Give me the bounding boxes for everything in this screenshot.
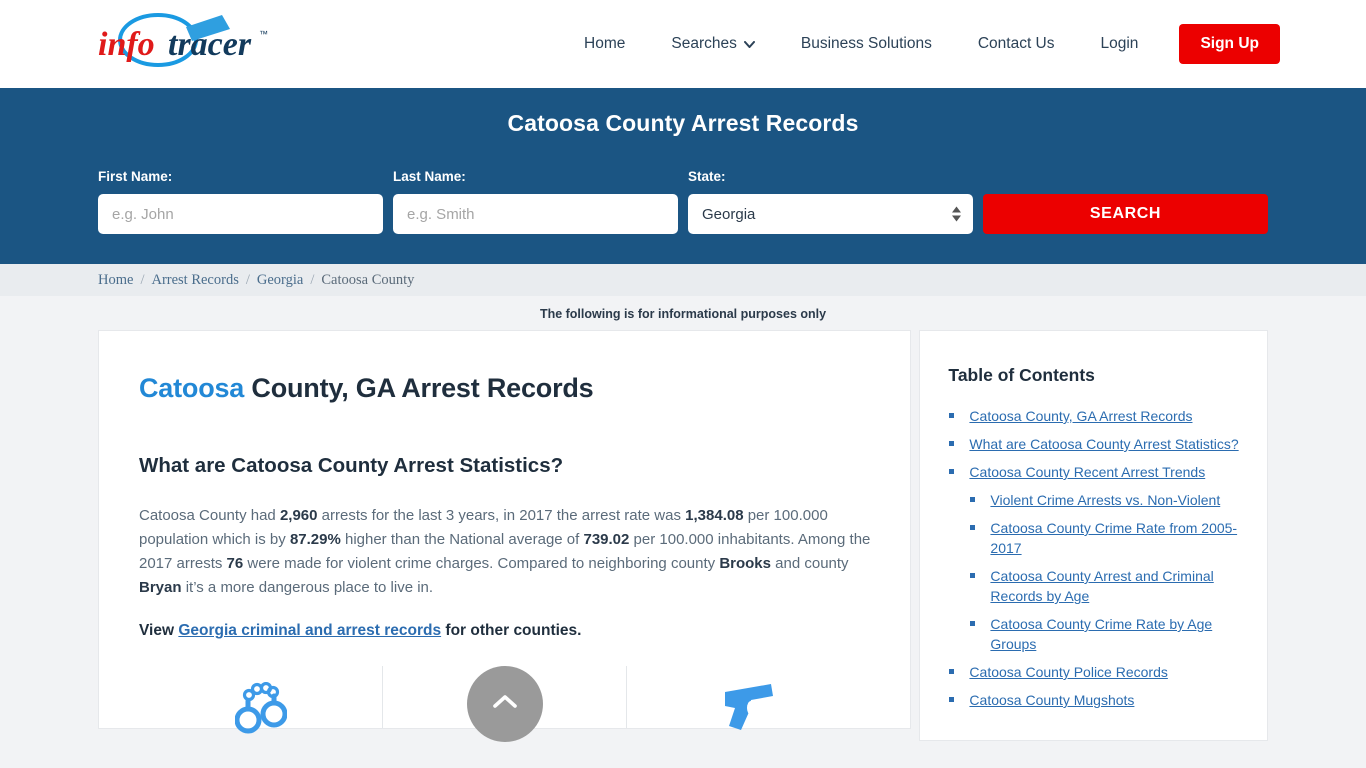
nav-label: Searches [671,35,737,52]
sign-up-button[interactable]: Sign Up [1179,24,1280,64]
view-prefix: View [139,622,179,639]
state-select[interactable]: Georgia [688,194,973,234]
last-name-label: Last Name: [393,169,466,184]
toc-link[interactable]: Catoosa County Recent Arrest Trends [969,464,1205,480]
page-title-rest: County, GA Arrest Records [244,373,594,403]
svg-text:™: ™ [259,29,268,39]
toc-item: Catoosa County Recent Arrest Trends [948,462,1239,482]
icon-cell-handcuffs [139,666,382,734]
toc-item: Catoosa County, GA Arrest Records [948,406,1239,426]
stat-percent-higher: 87.29% [289,531,341,548]
stat-violent-crime-arrests: 76 [226,555,244,572]
toc-item: Violent Crime Arrests vs. Non-Violent [948,490,1239,510]
nav-item-home[interactable]: Home [561,35,648,53]
breadcrumb-separator: / [140,271,145,288]
search-submit-button[interactable]: SEARCH [983,194,1268,234]
paragraph-text: Catoosa County had [139,507,280,524]
first-name-label: First Name: [98,169,173,184]
arrest-statistics-paragraph: Catoosa County had 2,960 arrests for the… [139,504,870,600]
chevron-up-icon [492,694,517,714]
page-title-highlight: Catoosa [139,373,245,403]
stat-arrest-rate: 1,384.08 [685,507,744,524]
breadcrumb-item-catoosa-county: Catoosa County [321,271,415,288]
chevron-down-icon [743,40,755,48]
toc-item: Catoosa County Crime Rate by Age Groups [948,614,1239,654]
section-heading-arrest-statistics: What are Catoosa County Arrest Statistic… [139,454,564,477]
toc-link[interactable]: Catoosa County Crime Rate by Age Groups [990,616,1212,652]
toc-link[interactable]: Violent Crime Arrests vs. Non-Violent [990,492,1220,508]
main-navigation: Home Searches Business Solutions Contact… [561,24,1280,64]
page-content: Catoosa County, GA Arrest Records What a… [0,330,1366,742]
svg-text:tracer: tracer [168,26,252,63]
state-field-group: State: Georgia [688,169,973,234]
icon-cell-gun [626,666,870,730]
toc-link[interactable]: What are Catoosa County Arrest Statistic… [969,436,1238,452]
stat-national-average: 739.02 [583,531,630,548]
toc-item: Catoosa County Crime Rate from 2005-2017 [948,518,1239,558]
toc-link[interactable]: Catoosa County Arrest and Criminal Recor… [990,568,1213,604]
infotracer-logo[interactable]: info tracer ™ [96,13,296,74]
paragraph-text: and county [771,555,849,572]
paragraph-text: it’s a more dangerous place to live in. [181,579,434,596]
toc-link[interactable]: Catoosa County Police Records [969,664,1167,680]
nav-item-login[interactable]: Login [1078,35,1162,53]
page-title: Catoosa County, GA Arrest Records [139,373,870,404]
paragraph-text: were made for violent crime charges. Com… [243,555,720,572]
breadcrumb-separator: / [245,271,250,288]
last-name-field-group: Last Name: [393,169,678,234]
nav-item-business-solutions[interactable]: Business Solutions [778,35,955,53]
first-name-field-group: First Name: [98,169,383,234]
table-of-contents-card: Table of Contents Catoosa County, GA Arr… [919,330,1268,741]
gun-icon [721,682,777,739]
search-band-title: Catoosa County Arrest Records [507,110,859,136]
svg-text:info: info [98,26,155,63]
nav-label: Contact Us [977,35,1055,52]
paragraph-text: higher than the National average of [340,531,584,548]
view-suffix: for other counties. [441,622,582,639]
toc-item: What are Catoosa County Arrest Statistic… [948,434,1239,454]
site-header: info tracer ™ Home Searches Business Sol… [0,0,1366,88]
handcuffs-icon [234,681,288,739]
nav-label: Business Solutions [800,35,932,52]
nav-label: Home [584,35,626,52]
informational-notice: The following is for informational purpo… [539,307,827,321]
neighboring-county-brooks: Brooks [719,555,771,572]
table-of-contents-title: Table of Contents [948,365,1095,385]
breadcrumb-item-georgia[interactable]: Georgia [257,272,303,289]
state-label: State: [688,169,726,184]
nav-item-contact-us[interactable]: Contact Us [955,35,1078,53]
toc-link[interactable]: Catoosa County Crime Rate from 2005-2017 [990,520,1237,556]
breadcrumb-item-arrest-records[interactable]: Arrest Records [151,272,238,289]
paragraph-text: arrests for the last 3 years, in 2017 th… [317,507,686,524]
last-name-input[interactable] [393,194,678,234]
toc-item: Catoosa County Arrest and Criminal Recor… [948,566,1239,606]
scroll-to-top-button[interactable] [466,666,543,742]
nav-label: Login [1100,35,1139,52]
view-other-counties-line: View Georgia criminal and arrest records… [139,622,870,640]
arrest-search-form: First Name: Last Name: State: Georgia SE… [98,169,1268,234]
breadcrumb-item-home[interactable]: Home [98,272,133,289]
toc-link[interactable]: Catoosa County Mugshots [969,692,1134,708]
toc-item: Catoosa County Mugshots [948,690,1239,710]
stat-total-arrests: 2,960 [279,507,318,524]
table-of-contents-list: Catoosa County, GA Arrest Records What a… [948,406,1239,710]
search-band: Catoosa County Arrest Records First Name… [0,88,1366,264]
breadcrumb: Home / Arrest Records / Georgia / Catoos… [0,264,1366,296]
nav-item-searches[interactable]: Searches [648,35,777,53]
first-name-input[interactable] [98,194,383,234]
neighboring-county-bryan: Bryan [139,579,182,596]
breadcrumb-separator: / [310,271,315,288]
article-card: Catoosa County, GA Arrest Records What a… [98,330,912,742]
georgia-records-link[interactable]: Georgia criminal and arrest records [178,622,441,639]
logo-graphic: info tracer ™ [98,13,268,67]
toc-item: Catoosa County Police Records [948,662,1239,682]
toc-link[interactable]: Catoosa County, GA Arrest Records [969,408,1192,424]
